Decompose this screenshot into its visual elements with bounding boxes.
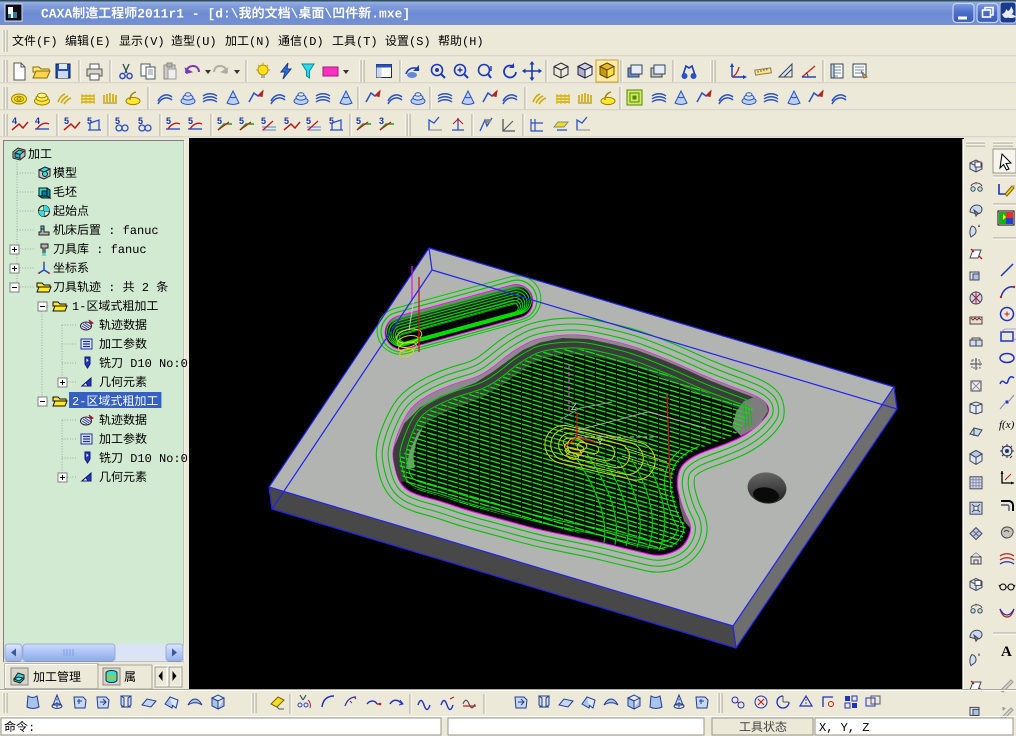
svg-text:5: 5 bbox=[217, 116, 222, 126]
svg-text:5: 5 bbox=[64, 116, 69, 126]
svg-text:4: 4 bbox=[12, 116, 17, 126]
svg-text:3: 3 bbox=[379, 116, 384, 126]
svg-text:5: 5 bbox=[284, 116, 289, 126]
svg-text:5: 5 bbox=[239, 116, 244, 126]
svg-text:5: 5 bbox=[166, 116, 171, 126]
svg-text:4: 4 bbox=[35, 116, 40, 126]
svg-text:Y: Y bbox=[597, 437, 603, 447]
svg-text:5: 5 bbox=[306, 116, 311, 126]
svg-text:5: 5 bbox=[188, 116, 193, 126]
svg-text:f(x): f(x) bbox=[999, 419, 1015, 431]
svg-text:A: A bbox=[1001, 644, 1012, 660]
svg-text:5: 5 bbox=[356, 116, 361, 126]
svg-text:5: 5 bbox=[261, 116, 266, 126]
